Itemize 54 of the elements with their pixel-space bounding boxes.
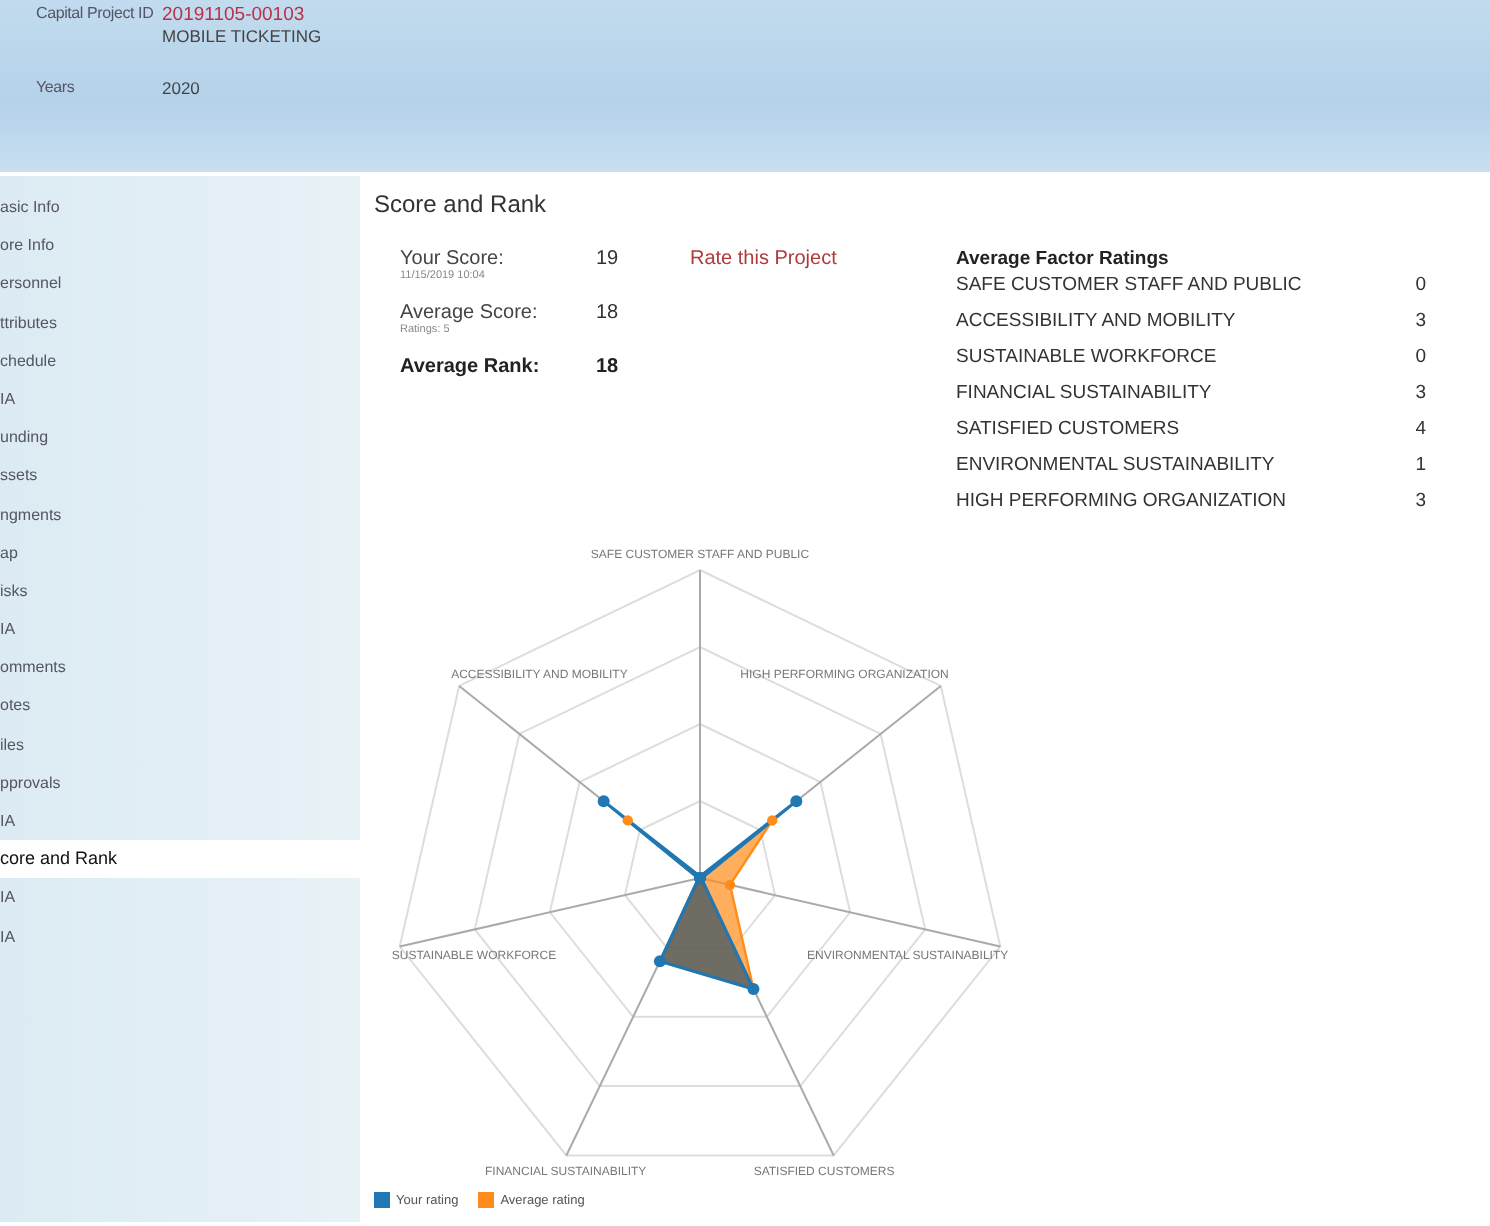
sidebar-item[interactable]: IA <box>0 802 360 841</box>
factor-name: ENVIRONMENTAL SUSTAINABILITY <box>956 452 1275 480</box>
sidebar-item[interactable]: chedule <box>0 341 360 380</box>
sidebar-item[interactable]: ngments <box>0 495 360 534</box>
factor-value: 0 <box>1415 272 1426 300</box>
sidebar-item[interactable]: ssets <box>0 456 360 495</box>
sidebar-item[interactable]: ttributes <box>0 303 360 342</box>
sidebar-item[interactable]: asic Info <box>0 188 360 227</box>
sidebar-item[interactable]: ersonnel <box>0 264 360 304</box>
rate-link[interactable]: Rate this Project <box>690 248 956 522</box>
sidebar-item[interactable]: pprovals <box>0 763 360 802</box>
field-label: Capital Project ID <box>36 4 156 26</box>
sidebar-item[interactable]: core and Rank <box>0 840 360 879</box>
score-value: 18 <box>596 356 619 378</box>
factor-name: ACCESSIBILITY AND MOBILITY <box>956 308 1236 336</box>
factor-name: SAFE CUSTOMER STAFF AND PUBLIC <box>956 272 1302 300</box>
factor-value: 1 <box>1415 452 1426 480</box>
sidebar-item[interactable]: unding <box>0 418 360 457</box>
field-label: Years <box>36 78 77 98</box>
field-value: 2020 <box>162 78 200 98</box>
sidebar-item[interactable]: IA <box>0 379 360 419</box>
sidebar-item[interactable]: isks <box>0 571 360 611</box>
sidebar-item[interactable]: IA <box>0 878 360 918</box>
average-point <box>724 879 736 891</box>
section-title: Score and Rank <box>374 190 549 218</box>
your-point <box>790 795 803 808</box>
factor-value: 3 <box>1415 308 1426 336</box>
score-value: 19 <box>596 248 619 274</box>
factor-name: SUSTAINABLE WORKFORCE <box>956 344 1217 372</box>
sidebar-item[interactable]: otes <box>0 686 360 726</box>
sidebar-item[interactable]: IA <box>0 610 360 649</box>
your-point <box>597 795 610 808</box>
factor-value: 0 <box>1415 344 1426 372</box>
sidebar-item[interactable]: IA <box>0 917 360 956</box>
factor-value: 4 <box>1415 416 1426 444</box>
factor-value: 3 <box>1415 488 1426 516</box>
score-value: 18 <box>596 302 619 328</box>
sidebar-item[interactable]: omments <box>0 648 360 687</box>
ratings-title: Average Factor Ratings <box>956 248 1171 270</box>
your-point <box>747 983 760 995</box>
sidebar-item[interactable]: iles <box>0 725 360 764</box>
score-label: Your Score: <box>400 248 506 270</box>
factor-value: 3 <box>1415 380 1426 408</box>
score-label: Average Rank: <box>400 356 542 378</box>
sidebar-item[interactable]: ore Info <box>0 226 360 265</box>
factor-name: SATISFIED CUSTOMERS <box>956 416 1180 444</box>
factor-name: HIGH PERFORMING ORGANIZATION <box>956 488 1287 516</box>
your-point <box>653 955 666 968</box>
score-label: Average Score: <box>400 302 540 324</box>
field-value: 20191105-00103 <box>162 4 307 26</box>
factor-name: FINANCIAL SUSTAINABILITY <box>956 380 1212 408</box>
field-value: MOBILE TICKETING <box>162 26 322 46</box>
average-point <box>622 815 633 826</box>
sidebar-item[interactable]: ap <box>0 533 360 572</box>
